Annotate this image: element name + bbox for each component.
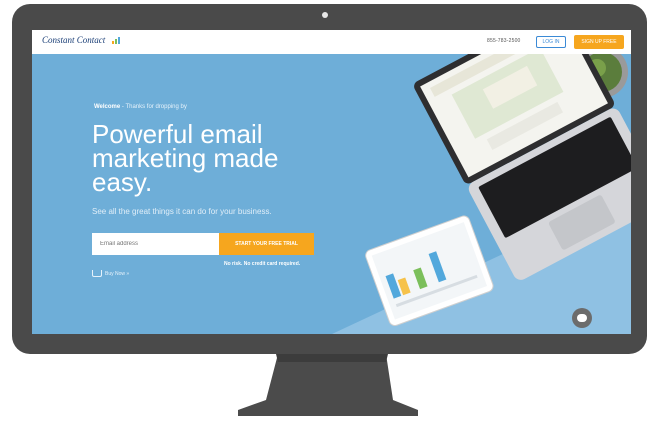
constant-contact-logo[interactable]: Constant Contact xyxy=(42,35,125,45)
hero-subline: See all the great things it can do for y… xyxy=(92,207,272,216)
no-risk-note: No risk. No credit card required. xyxy=(224,261,301,267)
hero-headline: Powerful email marketing made easy. xyxy=(92,119,279,197)
welcome-bold: Welcome xyxy=(94,104,121,110)
cart-icon xyxy=(92,270,102,277)
top-nav: Constant Contact 855-783-2500 LOG IN SIG… xyxy=(32,30,631,54)
buy-now-label: Buy Now » xyxy=(105,270,130,277)
logo-text: Constant Contact xyxy=(42,35,106,45)
welcome-text: Welcome - Thanks for dropping by xyxy=(94,104,187,110)
monitor-frame: Constant Contact 855-783-2500 LOG IN SIG… xyxy=(12,4,647,354)
login-button[interactable]: LOG IN xyxy=(536,36,566,48)
logo-swoosh-icon xyxy=(111,36,120,44)
chat-button[interactable] xyxy=(572,308,592,328)
start-trial-button[interactable]: START YOUR FREE TRIAL xyxy=(219,233,314,255)
webcam-dot xyxy=(322,12,328,18)
email-input[interactable] xyxy=(92,233,219,255)
chat-bubble-icon xyxy=(577,314,587,322)
phone-number[interactable]: 855-783-2500 xyxy=(487,38,521,44)
buy-now-link[interactable]: Buy Now » xyxy=(92,270,129,277)
website-screen: Constant Contact 855-783-2500 LOG IN SIG… xyxy=(32,30,631,334)
signup-button[interactable]: SIGN UP FREE xyxy=(574,35,624,49)
welcome-rest: - Thanks for dropping by xyxy=(120,104,187,110)
